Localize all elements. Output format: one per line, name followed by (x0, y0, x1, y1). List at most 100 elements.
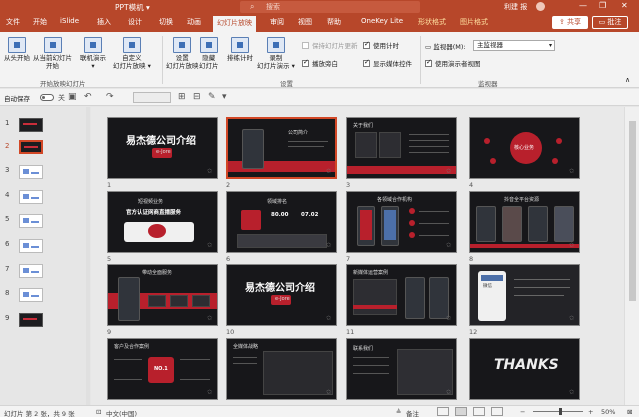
slide-thumbnail[interactable]: 新媒体运营案例 (346, 264, 457, 326)
slide-thumbnail[interactable]: 带动全面服务 (107, 264, 218, 326)
avatar[interactable] (536, 2, 545, 11)
record-slideshow-button[interactable]: 录制 幻灯片演示 ▾ (257, 37, 295, 70)
slide-title: 关于我们 (353, 123, 374, 129)
slide-thumbnail[interactable]: 联系我们 (346, 338, 457, 400)
record-label: 录制 (269, 54, 283, 62)
slide-title: 领域排名 (267, 199, 288, 205)
group-divider (162, 36, 163, 84)
tab-help[interactable]: 帮助 (327, 17, 341, 27)
distribute-icon[interactable]: ⊟ (193, 92, 201, 102)
collapse-ribbon-button[interactable]: ∧ (625, 76, 630, 84)
zoom-in-icon[interactable]: + (588, 408, 593, 416)
tab-onekey[interactable]: OneKey Lite (361, 17, 403, 25)
group-divider (420, 36, 421, 84)
tab-animations[interactable]: 动画 (187, 17, 201, 27)
tab-design[interactable]: 设计 (128, 17, 142, 27)
tab-shape-format[interactable]: 形状格式 (418, 17, 446, 27)
reading-view-icon[interactable] (473, 407, 485, 416)
format-painter-icon[interactable]: ✎ (208, 92, 216, 102)
font-size-combo[interactable] (133, 92, 171, 103)
customize-qat-icon[interactable]: ▾ (222, 92, 227, 102)
slide-thumbnail[interactable]: 核心业务 (469, 117, 580, 179)
slide-thumbnail[interactable]: 微信 (469, 264, 580, 326)
slide-text-line (233, 357, 257, 358)
user-name[interactable]: 利建 报 (504, 2, 527, 12)
play-narrations-checkbox[interactable]: 播放旁白 (302, 58, 338, 68)
from-current-button[interactable]: 从当前幻灯片 开始 (33, 37, 72, 70)
align-icon[interactable]: ⊞ (178, 92, 186, 102)
search-placeholder: 搜索 (266, 3, 280, 11)
slide-image (148, 224, 166, 238)
tab-review[interactable]: 审阅 (270, 17, 284, 27)
slide-thumbnail[interactable]: 客户及合作案例 NO.1 (107, 338, 218, 400)
slide-thumbnail[interactable]: 抖音全平台资源 (469, 191, 580, 253)
language[interactable]: 中文(中国) (106, 408, 137, 417)
slide-thumbnail[interactable]: 各领域合作机构 (346, 191, 457, 253)
slideshow-view-icon[interactable] (491, 407, 503, 416)
tab-insert[interactable]: 插入 (97, 17, 111, 27)
share-button[interactable]: ⇪ 共享 (552, 16, 588, 29)
custom-show-button[interactable]: 自定义 幻灯片放映 ▾ (113, 37, 151, 70)
tab-slideshow[interactable]: 幻灯片放映 (213, 16, 256, 32)
present-online-button[interactable]: 联机演示 ▾ (80, 37, 106, 70)
slide-sorter-view-icon[interactable] (455, 407, 467, 416)
present-online-icon (84, 37, 102, 53)
zoom-slider-thumb[interactable] (559, 408, 562, 415)
slide-thumbnail[interactable]: 公司简介 (226, 117, 337, 179)
proofing-icon[interactable]: ⊡ (96, 408, 101, 416)
save-icon[interactable]: ▣ (68, 92, 77, 102)
keep-updated-checkbox[interactable]: 保持幻灯片更新 (302, 40, 358, 50)
minimize-button[interactable]: — (579, 1, 587, 10)
tab-view[interactable]: 视图 (298, 17, 312, 27)
slide-thumbnail[interactable]: 短视频业务 官方认证网商直播服务 (107, 191, 218, 253)
slide-number: 1 (107, 181, 112, 189)
thumbnail-scrollbar[interactable] (86, 107, 90, 405)
tab-picture-format[interactable]: 图片格式 (460, 17, 488, 27)
search-box[interactable]: ⌕ 搜索 (240, 1, 420, 13)
scrollbar-thumb[interactable] (629, 121, 636, 301)
slide-thumbnail[interactable]: THANKS (469, 338, 580, 400)
slide-subtitle: e-Jore (275, 296, 290, 302)
comments-button[interactable]: ▭ 批注 (592, 16, 628, 29)
tab-islide[interactable]: iSlide (60, 17, 79, 25)
slide-screen-header (481, 275, 503, 281)
quick-access-toolbar: 自动保存 关 ▣ ↶ ↷ ⊞ ⊟ ✎ ▾ (0, 89, 639, 106)
setup-slideshow-button[interactable]: 设置 幻灯片放映 (166, 37, 199, 70)
slide-number: 7 (346, 255, 351, 263)
undo-icon[interactable]: ↶ (84, 92, 92, 102)
tab-home[interactable]: 开始 (33, 17, 47, 27)
slide-thumbnail[interactable]: 易杰德公司介绍 e-Jore (226, 264, 337, 326)
zoom-out-icon[interactable]: − (520, 408, 525, 416)
show-media-controls-checkbox[interactable]: 显示媒体控件 (363, 58, 412, 68)
slide-phone (429, 277, 449, 319)
title-bar: PPT模机 ▾ ⌕ 搜索 利建 报 — ❐ ✕ (0, 0, 639, 14)
tab-transitions[interactable]: 切换 (159, 17, 173, 27)
hide-slide-button[interactable]: 隐藏 幻灯片 (199, 37, 219, 70)
slide-thumbnail[interactable]: 关于我们 (346, 117, 457, 179)
sorter-scrollbar[interactable] (624, 107, 639, 405)
thumbnail-image (19, 165, 43, 179)
zoom-level[interactable]: 50% (601, 408, 615, 416)
presenter-view-checkbox[interactable]: 使用演示者视图 (425, 58, 481, 68)
group-setup: 设置 (280, 80, 293, 88)
restore-button[interactable]: ❐ (599, 1, 606, 10)
tab-file[interactable]: 文件 (6, 17, 20, 27)
window-title[interactable]: PPT模机 ▾ (115, 2, 150, 13)
use-timings-checkbox[interactable]: 使用计时 (363, 40, 399, 50)
from-beginning-button[interactable]: 从头开始 (4, 37, 30, 62)
monitor-select[interactable]: 主监视器 ▾ (473, 40, 555, 51)
close-button[interactable]: ✕ (621, 1, 628, 10)
autosave-toggle[interactable] (40, 94, 54, 101)
slide-value: 80.00 (271, 212, 289, 218)
notes-button[interactable]: 备注 (406, 408, 419, 417)
transition-icon: ✩ (569, 388, 575, 396)
slide-thumbnail[interactable]: 易杰德公司介绍 e-Jore (107, 117, 218, 179)
normal-view-icon[interactable] (437, 407, 449, 416)
zoom-slider[interactable] (533, 411, 583, 412)
fit-window-icon[interactable]: ⊠ (627, 408, 632, 416)
slide-thumbnail[interactable]: 领域排名 80.00 07.02 (226, 191, 337, 253)
slide-thumbnail[interactable]: 全媒体战略 (226, 338, 337, 400)
slide-number: 8 (469, 255, 474, 263)
redo-icon[interactable]: ↷ (106, 92, 114, 102)
rehearse-timings-button[interactable]: 排练计时 (227, 37, 253, 62)
